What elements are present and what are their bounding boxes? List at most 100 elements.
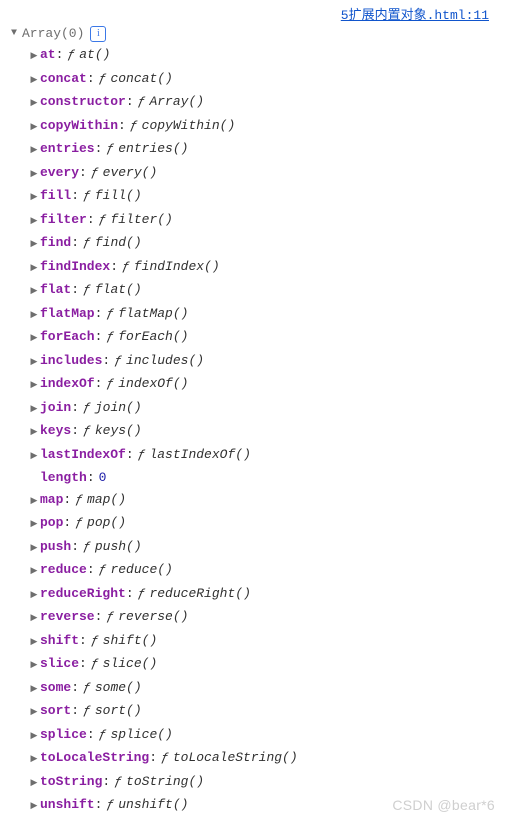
colon: : bbox=[95, 326, 103, 348]
disclosure-right-icon[interactable]: ▶ bbox=[28, 796, 40, 818]
disclosure-right-icon[interactable]: ▶ bbox=[28, 679, 40, 701]
disclosure-right-icon[interactable]: ▶ bbox=[28, 726, 40, 748]
source-link[interactable]: 5扩展内置对象.html:11 bbox=[341, 4, 489, 23]
property-row[interactable]: ▶filter:ƒfilter() bbox=[28, 209, 505, 233]
property-row[interactable]: ▶flatMap:ƒflatMap() bbox=[28, 303, 505, 327]
property-row[interactable]: ▶slice:ƒslice() bbox=[28, 653, 505, 677]
property-row[interactable]: ▶findIndex:ƒfindIndex() bbox=[28, 256, 505, 280]
property-name: copyWithin bbox=[40, 115, 118, 137]
property-row[interactable]: ▶join:ƒjoin() bbox=[28, 397, 505, 421]
disclosure-right-icon[interactable]: ▶ bbox=[28, 375, 40, 397]
property-row[interactable]: ▶splice:ƒsplice() bbox=[28, 724, 505, 748]
property-row[interactable]: ▶shift:ƒshift() bbox=[28, 630, 505, 654]
colon: : bbox=[118, 115, 126, 137]
disclosure-right-icon[interactable]: ▶ bbox=[28, 117, 40, 139]
property-name: lastIndexOf bbox=[40, 444, 126, 466]
colon: : bbox=[71, 397, 79, 419]
disclosure-right-icon[interactable]: ▶ bbox=[28, 749, 40, 771]
disclosure-right-icon[interactable]: ▶ bbox=[28, 234, 40, 256]
property-name: toLocaleString bbox=[40, 747, 149, 769]
function-signature: toLocaleString() bbox=[173, 747, 298, 769]
disclosure-right-icon[interactable]: ▶ bbox=[28, 399, 40, 421]
disclosure-right-icon[interactable]: ▶ bbox=[28, 491, 40, 513]
disclosure-right-icon[interactable]: ▶ bbox=[28, 164, 40, 186]
property-row[interactable]: ▶keys:ƒkeys() bbox=[28, 420, 505, 444]
property-row[interactable]: ▶lastIndexOf:ƒlastIndexOf() bbox=[28, 444, 505, 468]
root-label: Array(0) bbox=[22, 24, 84, 44]
property-row[interactable]: ▶find:ƒfind() bbox=[28, 232, 505, 256]
disclosure-right-icon[interactable]: ▶ bbox=[28, 702, 40, 724]
property-row[interactable]: ▶concat:ƒconcat() bbox=[28, 68, 505, 92]
function-signature: pop() bbox=[87, 512, 126, 534]
disclosure-right-icon[interactable]: ▶ bbox=[28, 632, 40, 654]
property-row[interactable]: ▶some:ƒsome() bbox=[28, 677, 505, 701]
disclosure-right-icon[interactable]: ▶ bbox=[28, 281, 40, 303]
property-row[interactable]: ▶reduce:ƒreduce() bbox=[28, 559, 505, 583]
disclosure-right-icon[interactable]: ▶ bbox=[28, 93, 40, 115]
property-name: push bbox=[40, 536, 71, 558]
disclosure-right-icon[interactable]: ▶ bbox=[28, 585, 40, 607]
property-row[interactable]: ▶pop:ƒpop() bbox=[28, 512, 505, 536]
disclosure-right-icon[interactable]: ▶ bbox=[28, 655, 40, 677]
disclosure-right-icon[interactable]: ▶ bbox=[28, 608, 40, 630]
function-f-icon: ƒ bbox=[138, 444, 146, 466]
function-signature: every() bbox=[103, 162, 158, 184]
property-row[interactable]: ▶toLocaleString:ƒtoLocaleString() bbox=[28, 747, 505, 771]
disclosure-right-icon[interactable]: ▶ bbox=[28, 446, 40, 468]
property-name: unshift bbox=[40, 794, 95, 816]
function-signature: reduceRight() bbox=[149, 583, 250, 605]
function-f-icon: ƒ bbox=[138, 91, 146, 113]
disclosure-right-icon[interactable]: ▶ bbox=[28, 514, 40, 536]
disclosure-right-icon[interactable]: ▶ bbox=[28, 773, 40, 795]
property-row[interactable]: ▶flat:ƒflat() bbox=[28, 279, 505, 303]
function-signature: reduce() bbox=[110, 559, 172, 581]
property-name: flat bbox=[40, 279, 71, 301]
property-row[interactable]: ▶sort:ƒsort() bbox=[28, 700, 505, 724]
disclosure-right-icon[interactable]: ▶ bbox=[28, 140, 40, 162]
root-row[interactable]: ▼ Array(0) i bbox=[8, 24, 505, 44]
disclosure-right-icon[interactable]: ▶ bbox=[28, 187, 40, 209]
function-signature: Array() bbox=[149, 91, 204, 113]
function-f-icon: ƒ bbox=[161, 747, 169, 769]
property-row[interactable]: ▶copyWithin:ƒcopyWithin() bbox=[28, 115, 505, 139]
property-row[interactable]: ▶includes:ƒincludes() bbox=[28, 350, 505, 374]
property-name: filter bbox=[40, 209, 87, 231]
property-name: reduce bbox=[40, 559, 87, 581]
disclosure-right-icon[interactable]: ▶ bbox=[28, 561, 40, 583]
property-row[interactable]: ▶reduceRight:ƒreduceRight() bbox=[28, 583, 505, 607]
property-row[interactable]: ▶fill:ƒfill() bbox=[28, 185, 505, 209]
property-row[interactable]: ▶map:ƒmap() bbox=[28, 489, 505, 513]
property-row[interactable]: length:0 bbox=[28, 467, 505, 489]
property-row[interactable]: ▶unshift:ƒunshift() bbox=[28, 794, 505, 818]
property-row[interactable]: ▶toString:ƒtoString() bbox=[28, 771, 505, 795]
property-row[interactable]: ▶at:ƒat() bbox=[28, 44, 505, 68]
disclosure-right-icon[interactable]: ▶ bbox=[28, 328, 40, 350]
property-row[interactable]: ▶forEach:ƒforEach() bbox=[28, 326, 505, 350]
function-signature: reverse() bbox=[118, 606, 188, 628]
property-row[interactable]: ▶every:ƒevery() bbox=[28, 162, 505, 186]
function-signature: some() bbox=[95, 677, 142, 699]
property-row[interactable]: ▶push:ƒpush() bbox=[28, 536, 505, 560]
disclosure-right-icon[interactable]: ▶ bbox=[28, 46, 40, 68]
function-f-icon: ƒ bbox=[114, 350, 122, 372]
colon: : bbox=[71, 677, 79, 699]
info-icon[interactable]: i bbox=[90, 26, 106, 42]
colon: : bbox=[87, 559, 95, 581]
disclosure-right-icon[interactable]: ▶ bbox=[28, 70, 40, 92]
property-row[interactable]: ▶indexOf:ƒindexOf() bbox=[28, 373, 505, 397]
disclosure-right-icon[interactable]: ▶ bbox=[28, 352, 40, 374]
disclosure-right-icon[interactable]: ▶ bbox=[28, 422, 40, 444]
property-row[interactable]: ▶constructor:ƒArray() bbox=[28, 91, 505, 115]
function-signature: copyWithin() bbox=[142, 115, 236, 137]
function-signature: flat() bbox=[95, 279, 142, 301]
disclosure-right-icon[interactable]: ▶ bbox=[28, 305, 40, 327]
disclosure-down-icon[interactable]: ▼ bbox=[8, 24, 20, 44]
property-name: map bbox=[40, 489, 63, 511]
function-f-icon: ƒ bbox=[91, 653, 99, 675]
property-row[interactable]: ▶entries:ƒentries() bbox=[28, 138, 505, 162]
disclosure-right-icon[interactable]: ▶ bbox=[28, 538, 40, 560]
disclosure-right-icon[interactable]: ▶ bbox=[28, 258, 40, 280]
property-row[interactable]: ▶reverse:ƒreverse() bbox=[28, 606, 505, 630]
function-f-icon: ƒ bbox=[91, 630, 99, 652]
disclosure-right-icon[interactable]: ▶ bbox=[28, 211, 40, 233]
